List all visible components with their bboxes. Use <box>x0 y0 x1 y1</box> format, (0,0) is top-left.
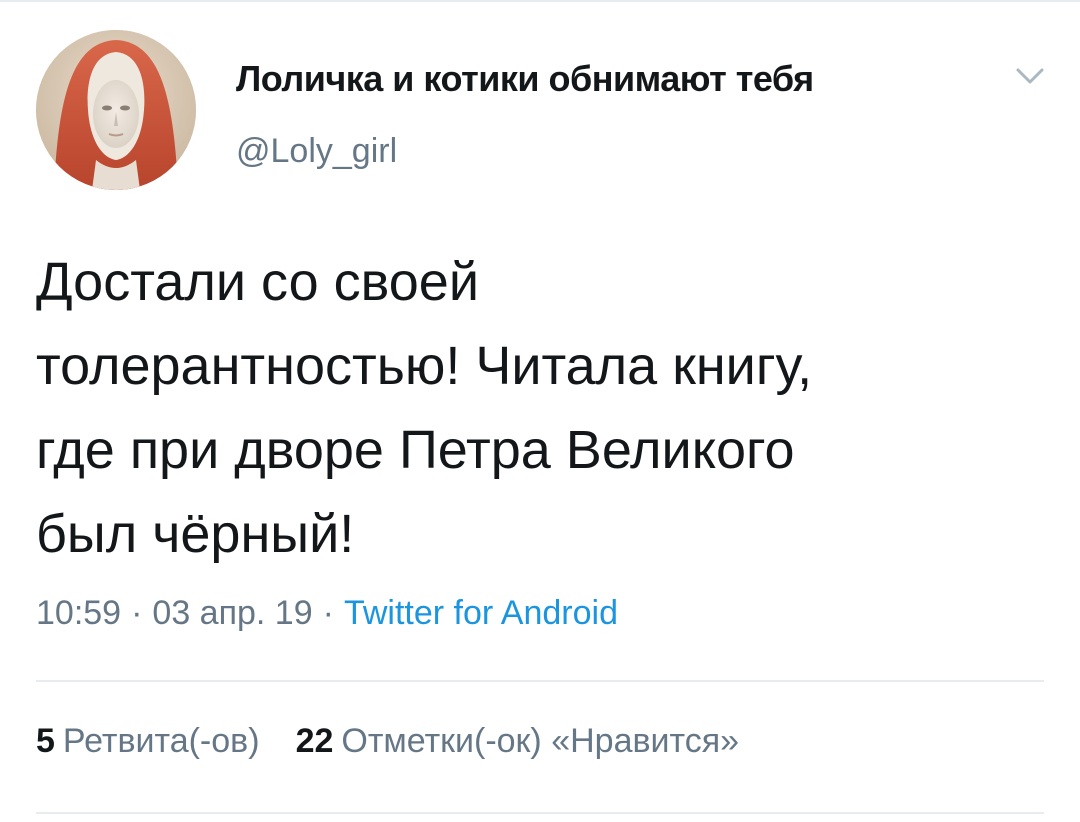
author-display-name[interactable]: Лоличка и котики обнимают тебя <box>236 58 814 100</box>
tweet-date[interactable]: 03 апр. 19 <box>152 594 312 632</box>
meta-separator: · <box>322 594 334 632</box>
likes-stat[interactable]: 22 Отметки(-ок) «Нравится» <box>296 722 740 761</box>
chevron-down-icon[interactable] <box>1010 58 1050 94</box>
likes-label: Отметки(-ок) «Нравится» <box>341 722 740 760</box>
portrait-avatar-icon <box>36 30 196 190</box>
stats-top-divider <box>36 680 1044 682</box>
tweet-source-link[interactable]: Twitter for Android <box>344 594 618 632</box>
tweet-stats: 5 Ретвита(-ов) 22 Отметки(-ок) «Нравится» <box>36 722 775 761</box>
tweet-text-line: где при дворе Петра Великого <box>36 420 795 480</box>
retweets-label: Ретвита(-ов) <box>62 722 260 760</box>
author-avatar[interactable] <box>36 30 196 190</box>
tweet-time[interactable]: 10:59 <box>36 594 121 632</box>
tweet-text: Достали со своей толерантностью! Читала … <box>36 240 1046 576</box>
tweet-text-line: Достали со своей <box>36 252 479 312</box>
likes-count: 22 <box>295 722 334 760</box>
stats-bottom-divider <box>36 812 1044 814</box>
author-handle[interactable]: @Loly_girl <box>236 132 397 171</box>
tweet-card: Лоличка и котики обнимают тебя @Loly_gir… <box>0 0 1080 822</box>
tweet-text-line: был чёрный! <box>36 504 355 564</box>
top-divider <box>0 0 1080 2</box>
retweets-stat[interactable]: 5 Ретвита(-ов) <box>36 722 260 761</box>
tweet-meta: 10:59 · 03 апр. 19 · Twitter for Android <box>36 594 618 633</box>
meta-separator: · <box>131 594 143 632</box>
retweets-count: 5 <box>36 722 55 760</box>
tweet-text-line: толерантностью! Читала книгу, <box>36 336 813 396</box>
